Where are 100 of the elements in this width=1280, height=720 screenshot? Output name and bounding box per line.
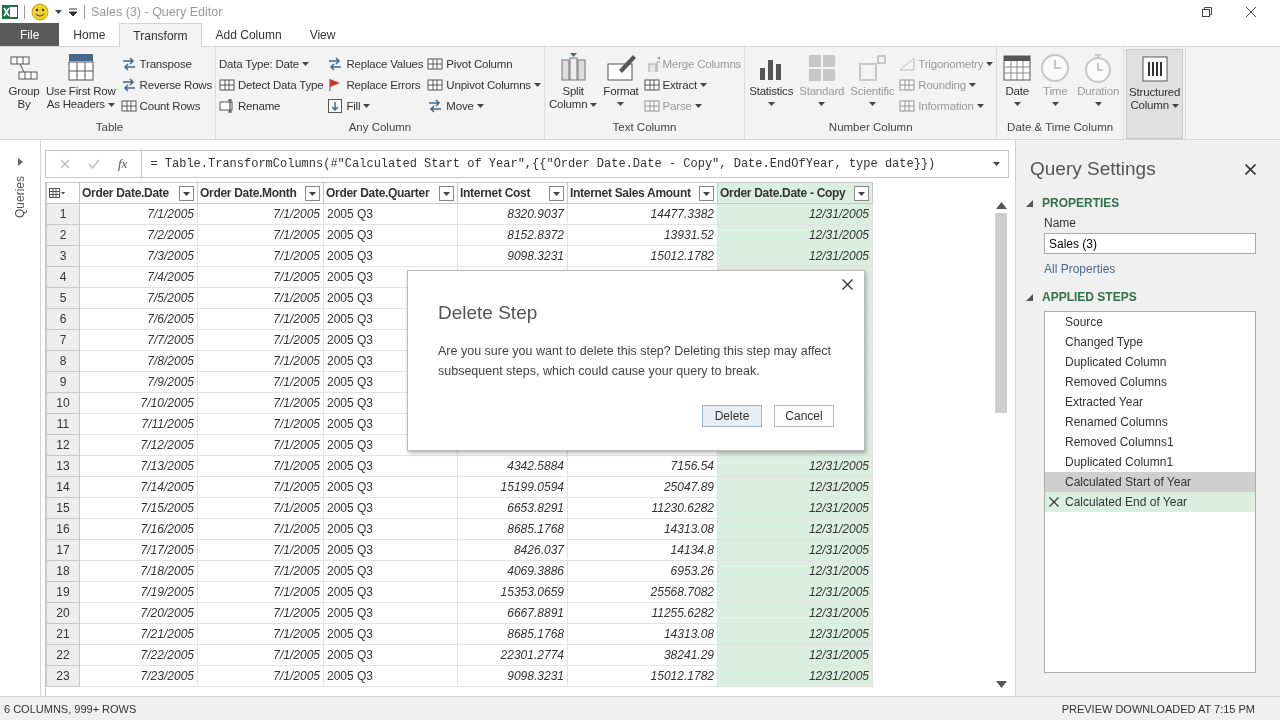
step-item[interactable]: Renamed Columns — [1045, 412, 1255, 432]
ribbon-button[interactable]: Format — [601, 49, 641, 121]
ribbon-button[interactable]: Statistics — [747, 49, 796, 121]
table-cell: 7/1/2005 — [197, 413, 324, 435]
cancel-button[interactable]: Cancel — [774, 405, 834, 427]
table-cell: 7/1/2005 — [197, 266, 324, 288]
table-cell: 38241.29 — [567, 644, 718, 666]
table-cell: 7/1/2005 — [197, 455, 324, 477]
table-cell: 7156.54 — [567, 455, 718, 477]
ribbon-button[interactable]: Fill — [326, 95, 425, 116]
table-cell: 14477.3382 — [567, 203, 718, 225]
ribbon-button[interactable]: Replace Values — [326, 53, 425, 74]
ribbon-button[interactable]: Replace Errors — [326, 74, 425, 95]
ribbon-button[interactable]: Detect Data Type — [218, 74, 325, 95]
ribbon-button[interactable]: Reverse Rows — [119, 74, 213, 95]
column-header[interactable]: Order Date.Month — [197, 182, 324, 204]
table-cell: 4342.5884 — [457, 455, 568, 477]
table-cell: 7/9/2005 — [79, 371, 198, 393]
table-cell: 8685.1768 — [457, 623, 568, 645]
step-item[interactable]: Changed Type — [1045, 332, 1255, 352]
ribbon-tab[interactable]: Add Column — [201, 23, 296, 46]
row-number: 11 — [46, 413, 80, 435]
table-cell: 9098.3231 — [457, 665, 568, 687]
table-cell: 15199.0594 — [457, 476, 568, 498]
ribbon-button[interactable]: Extract — [642, 74, 743, 95]
row-number: 18 — [46, 560, 80, 582]
table-cell: 7/1/2005 — [197, 476, 324, 498]
group-label: Any Column — [347, 121, 413, 135]
step-item[interactable]: Calculated Start of Year — [1045, 472, 1255, 492]
step-item[interactable]: Removed Columns — [1045, 372, 1255, 392]
ribbon-tab[interactable]: Transform — [119, 23, 202, 47]
table-cell: 7/1/2005 — [197, 623, 324, 645]
row-number: 4 — [46, 266, 80, 288]
row-number: 12 — [46, 434, 80, 456]
step-item[interactable]: Duplicated Column — [1045, 352, 1255, 372]
ribbon-button[interactable]: Rename — [218, 95, 325, 116]
ribbon-button[interactable]: Unpivot Columns — [426, 74, 542, 95]
table-cell: 9098.3231 — [457, 245, 568, 267]
row-number: 10 — [46, 392, 80, 414]
section-header[interactable]: PROPERTIES — [1026, 196, 1256, 210]
table-cell: 7/2/2005 — [79, 224, 198, 246]
table-cell: 7/11/2005 — [79, 413, 198, 435]
ribbon-tab[interactable]: File — [0, 23, 60, 46]
row-number: 21 — [46, 623, 80, 645]
section-header[interactable]: APPLIED STEPS — [1026, 290, 1256, 304]
window-title: Sales (3) - Query Editor — [91, 4, 223, 19]
table-cell: 7/6/2005 — [79, 308, 198, 330]
table-cell: 7/1/2005 — [197, 497, 324, 519]
column-header[interactable]: Order Date.Quarter — [323, 182, 458, 204]
table-cell: 2005 Q3 — [323, 497, 458, 519]
column-header[interactable]: Order Date.Date - Copy — [717, 182, 873, 204]
table-cell: 4069.3886 — [457, 560, 568, 582]
step-item[interactable]: Removed Columns1 — [1045, 432, 1255, 452]
table-cell: 2005 Q3 — [323, 644, 458, 666]
table-cell: 7/1/2005 — [197, 350, 324, 372]
ribbon-button[interactable]: Split Column — [546, 49, 600, 121]
column-header[interactable]: Internet Cost — [457, 182, 568, 204]
ribbon-tab[interactable]: Home — [59, 23, 120, 46]
name-field[interactable]: Sales (3) — [1044, 233, 1256, 254]
table-cell: 7/20/2005 — [79, 602, 198, 624]
table-cell: 7/19/2005 — [79, 581, 198, 603]
step-item[interactable]: Duplicated Column1 — [1045, 452, 1255, 472]
ribbon-button[interactable]: Date — [999, 49, 1036, 121]
table-cell: 7/1/2005 — [197, 602, 324, 624]
table-cell: 2005 Q3 — [323, 623, 458, 645]
ribbon-button[interactable]: Count Rows — [119, 95, 213, 116]
table-cell: 14313.08 — [567, 623, 718, 645]
step-item[interactable]: Extracted Year — [1045, 392, 1255, 412]
ribbon-button[interactable]: Move — [426, 95, 542, 116]
ribbon-button[interactable]: Data Type: Date — [218, 53, 325, 74]
group-label: Text Column — [611, 121, 678, 135]
table-cell: 7/4/2005 — [79, 266, 198, 288]
step-item[interactable]: Source — [1045, 312, 1255, 332]
table-cell: 7/1/2005 — [197, 224, 324, 246]
table-cell: 7/5/2005 — [79, 287, 198, 309]
column-header[interactable]: Order Date.Date — [79, 182, 198, 204]
column-header[interactable]: Internet Sales Amount — [567, 182, 718, 204]
table-cell: 11230.6282 — [567, 497, 718, 519]
table-cell: 2005 Q3 — [323, 602, 458, 624]
field-label: Name — [1044, 216, 1077, 230]
step-item[interactable]: Calculated End of Year — [1045, 492, 1255, 512]
table-cell: 7/1/2005 — [197, 560, 324, 582]
queries-pane-label[interactable]: Queries — [13, 176, 27, 219]
ribbon-button[interactable]: Pivot Column — [426, 53, 542, 74]
ribbon-button[interactable]: Group By — [6, 49, 42, 121]
table-cell: 7/16/2005 — [79, 518, 198, 540]
table-cell: 6653.8291 — [457, 497, 568, 519]
table-cell: 2005 Q3 — [323, 539, 458, 561]
table-cell: 7/3/2005 — [79, 245, 198, 267]
row-number: 13 — [46, 455, 80, 477]
all-properties-link[interactable]: All Properties — [1044, 262, 1256, 276]
ribbon-button[interactable]: Use First Row As Headers — [44, 49, 118, 121]
ribbon-button[interactable]: Structured Column — [1126, 49, 1184, 139]
table-cell: 25568.7082 — [567, 581, 718, 603]
table-cell: 2005 Q3 — [323, 518, 458, 540]
ribbon-tab[interactable]: View — [295, 23, 350, 46]
table-cell: 6667.8891 — [457, 602, 568, 624]
ribbon-button[interactable]: Transpose — [119, 53, 213, 74]
delete-button[interactable]: Delete — [702, 405, 762, 427]
row-number: 14 — [46, 476, 80, 498]
